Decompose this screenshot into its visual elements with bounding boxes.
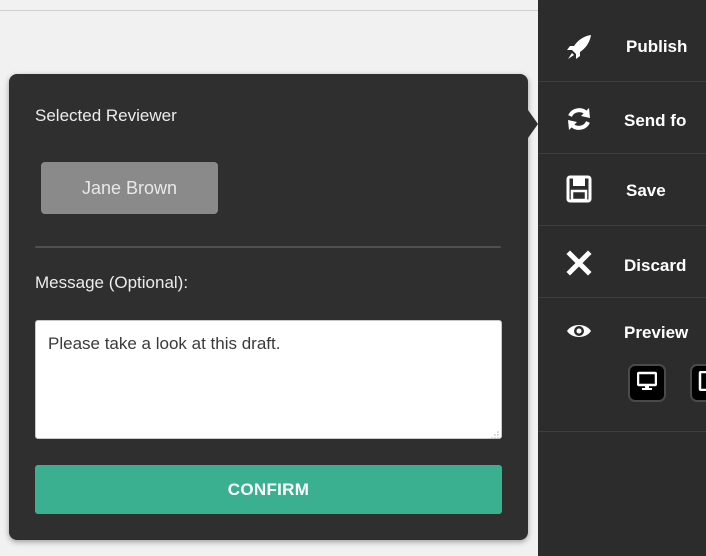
- action-sidebar: Publish Send fo Save Discard Preview: [538, 0, 706, 556]
- sidebar-item-label: Discard: [624, 256, 687, 275]
- rocket-icon: [564, 32, 594, 62]
- sidebar-item-send-for-review[interactable]: Send fo: [538, 82, 706, 154]
- floppy-disk-icon: [564, 174, 594, 204]
- resize-grip-icon[interactable]: [489, 426, 499, 439]
- confirm-button[interactable]: CONFIRM: [35, 465, 502, 514]
- message-textarea[interactable]: Please take a look at this draft.: [35, 320, 502, 439]
- sidebar-item-publish[interactable]: Publish: [538, 10, 706, 82]
- sidebar-item-discard[interactable]: Discard: [538, 226, 706, 298]
- sidebar-item-save[interactable]: Save: [538, 154, 706, 226]
- app-stage: Publish Send fo Save Discard Preview Sel…: [0, 0, 706, 556]
- send-for-review-popup: Selected Reviewer Jane Brown Message (Op…: [9, 74, 538, 540]
- divider: [35, 246, 501, 248]
- preview-tablet-button[interactable]: [690, 364, 706, 402]
- top-border: [0, 10, 538, 11]
- popup-title: Selected Reviewer: [35, 106, 177, 125]
- sidebar-item-preview[interactable]: Preview: [538, 298, 706, 432]
- sidebar-item-label: Publish: [626, 37, 688, 56]
- preview-desktop-button[interactable]: [628, 364, 666, 402]
- sidebar-item-label: Send fo: [624, 111, 687, 130]
- sidebar-item-label: Save: [626, 181, 666, 200]
- desktop-icon: [636, 371, 658, 396]
- eye-icon: [564, 316, 594, 346]
- sidebar-item-label: Preview: [624, 323, 689, 342]
- close-icon: [564, 248, 594, 278]
- tablet-icon: [698, 370, 706, 396]
- popup-caret: [528, 110, 538, 138]
- selected-reviewer-chip[interactable]: Jane Brown: [41, 162, 218, 214]
- refresh-icon: [564, 104, 594, 134]
- message-label: Message (Optional):: [35, 273, 189, 292]
